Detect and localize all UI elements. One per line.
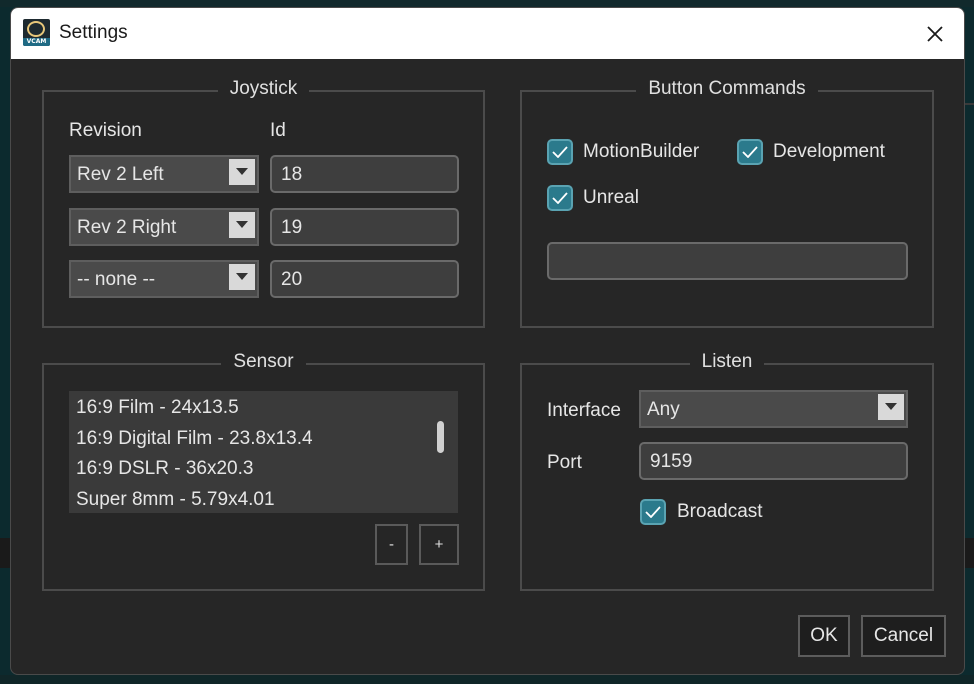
id-field-3[interactable]: 20 — [270, 260, 459, 298]
id-field-2[interactable]: 19 — [270, 208, 459, 246]
motionbuilder-checkbox[interactable] — [547, 139, 573, 165]
list-item[interactable]: 16:9 DSLR - 36x20.3 — [76, 458, 253, 480]
port-field-value: 9159 — [650, 451, 693, 472]
id-field-1-value: 18 — [281, 164, 303, 185]
motionbuilder-label[interactable]: MotionBuilder — [583, 141, 699, 163]
revision-select-3-value: -- none -- — [77, 269, 156, 290]
checkmark-icon — [742, 146, 758, 158]
background-window-top — [0, 0, 974, 7]
ok-button[interactable]: OK — [798, 615, 850, 657]
development-checkbox[interactable] — [737, 139, 763, 165]
settings-dialog: VCAM Settings Joystick Revision Id Rev 2… — [10, 7, 965, 675]
interface-label: Interface — [547, 400, 621, 421]
broadcast-label[interactable]: Broadcast — [677, 501, 763, 523]
background-divider-left — [0, 538, 10, 568]
interface-select-value: Any — [647, 399, 680, 420]
id-field-3-value: 20 — [281, 269, 303, 290]
revision-select-1[interactable]: Rev 2 Left — [69, 155, 259, 193]
list-item[interactable]: Super 8mm - 5.79x4.01 — [76, 489, 275, 511]
port-label: Port — [547, 452, 582, 473]
list-item[interactable]: 16:9 Film - 24x13.5 — [76, 397, 239, 419]
revision-select-3[interactable]: -- none -- — [69, 260, 259, 298]
revision-header: Revision — [69, 120, 142, 141]
unreal-label[interactable]: Unreal — [583, 187, 639, 209]
chevron-down-icon — [229, 264, 255, 290]
development-label[interactable]: Development — [773, 141, 885, 163]
unreal-checkbox[interactable] — [547, 185, 573, 211]
sensor-list-scrollbar[interactable] — [437, 421, 444, 453]
add-sensor-button[interactable]: + — [419, 524, 459, 565]
button-commands-group-title: Button Commands — [636, 78, 818, 99]
listen-group-title: Listen — [689, 351, 765, 372]
checkmark-icon — [645, 506, 661, 518]
chevron-down-icon — [878, 394, 904, 420]
chevron-down-icon — [229, 212, 255, 238]
revision-select-2-value: Rev 2 Right — [77, 217, 177, 238]
list-item[interactable]: 16:9 Digital Film - 23.8x13.4 — [76, 428, 313, 450]
vcam-app-icon: VCAM — [23, 19, 50, 46]
chevron-down-icon — [229, 159, 255, 185]
revision-select-2[interactable]: Rev 2 Right — [69, 208, 259, 246]
close-button[interactable] — [906, 8, 964, 59]
checkmark-icon — [552, 192, 568, 204]
close-icon — [927, 25, 943, 42]
button-commands-text-field[interactable] — [547, 242, 908, 280]
background-divider-right-2 — [965, 538, 974, 568]
remove-sensor-button[interactable]: - — [375, 524, 408, 565]
broadcast-checkbox[interactable] — [640, 499, 666, 525]
sensor-list[interactable]: 16:9 Film - 24x13.5 16:9 Digital Film - … — [69, 391, 458, 513]
id-header: Id — [270, 120, 286, 141]
background-window-bottom — [0, 675, 974, 684]
window-title: Settings — [59, 22, 128, 43]
checkmark-icon — [552, 146, 568, 158]
port-field[interactable]: 9159 — [639, 442, 908, 480]
interface-select[interactable]: Any — [639, 390, 908, 428]
sensor-group-title: Sensor — [221, 351, 306, 372]
id-field-1[interactable]: 18 — [270, 155, 459, 193]
cancel-button[interactable]: Cancel — [861, 615, 946, 657]
app-icon-label: VCAM — [23, 38, 50, 46]
revision-select-1-value: Rev 2 Left — [77, 164, 164, 185]
background-divider-right — [965, 103, 974, 105]
button-commands-group: Button Commands — [520, 78, 934, 328]
title-bar: VCAM Settings — [11, 8, 964, 59]
joystick-group-title: Joystick — [217, 78, 310, 99]
id-field-2-value: 19 — [281, 217, 303, 238]
